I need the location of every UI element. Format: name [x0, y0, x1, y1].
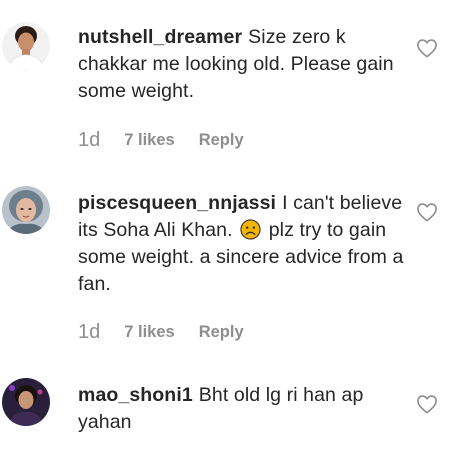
comment-time[interactable]: 1d — [78, 129, 100, 152]
sad-face-emoji-icon — [240, 219, 261, 240]
avatar[interactable] — [2, 22, 50, 70]
comment-text: piscesqueen_nnjassi I can't believe its S… — [78, 190, 408, 298]
comment-meta: 1d 7 likes Reply — [78, 128, 244, 152]
comment-likes[interactable]: 7 likes — [124, 323, 174, 342]
comment-username[interactable]: nutshell_dreamer — [78, 26, 242, 48]
comment-likes[interactable]: 7 likes — [124, 131, 174, 150]
reply-button[interactable]: Reply — [199, 323, 244, 342]
heart-outline-icon[interactable] — [416, 38, 438, 58]
avatar-woman-white-top-icon — [2, 22, 50, 70]
comment-username[interactable]: piscesqueen_nnjassi — [78, 192, 276, 214]
avatar-woman-dark-photo-icon — [2, 378, 50, 426]
comment-meta: 1d 7 likes Reply — [78, 320, 244, 344]
comment-username[interactable]: mao_shoni1 — [78, 384, 193, 406]
avatar[interactable] — [2, 378, 50, 426]
heart-outline-icon[interactable] — [416, 202, 438, 222]
comment-time[interactable]: 1d — [78, 321, 100, 344]
reply-button[interactable]: Reply — [199, 131, 244, 150]
comment-text: nutshell_dreamer Size zero k chakkar me l… — [78, 24, 408, 105]
heart-outline-icon[interactable] — [416, 394, 438, 414]
comment-text: mao_shoni1 Bht old lg ri han ap yahan — [78, 382, 408, 436]
avatar[interactable] — [2, 186, 50, 234]
avatar-illustrated-face-icon — [2, 186, 50, 234]
